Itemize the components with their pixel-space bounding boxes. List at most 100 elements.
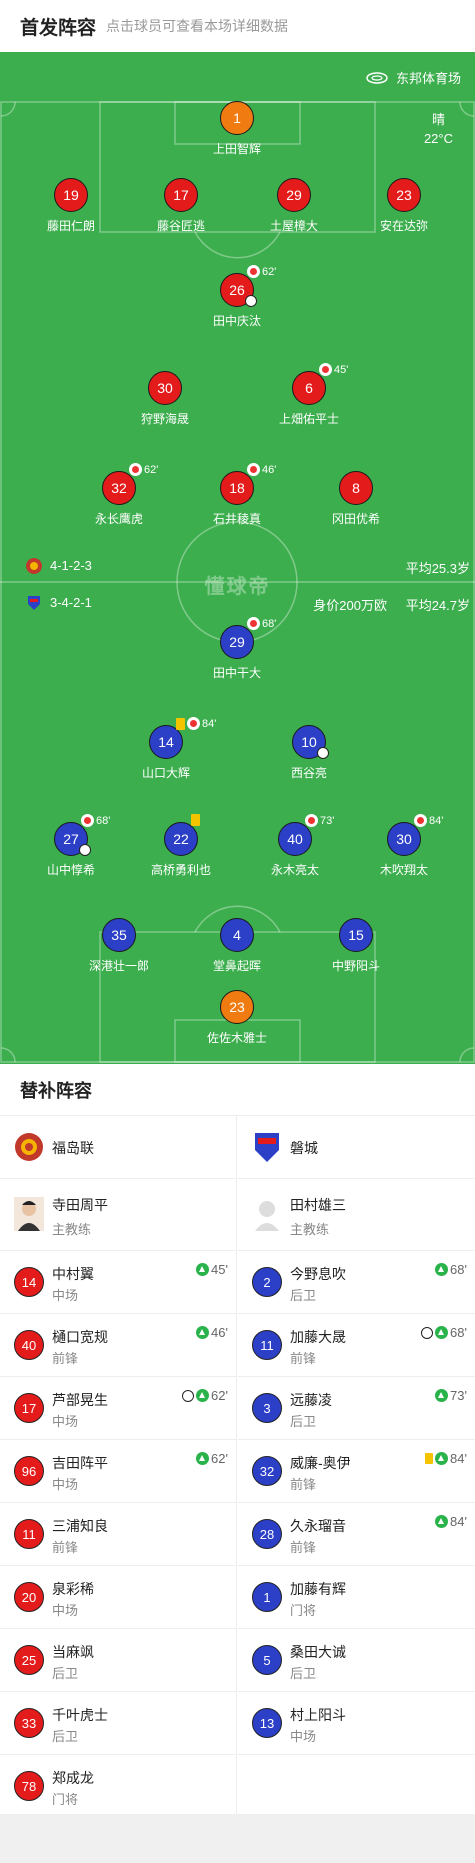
sub-player-row[interactable]: 32 威廉-奥伊 前锋 84' [238, 1440, 475, 1503]
goal-icon [421, 1326, 434, 1339]
player-events: 68' [247, 617, 276, 630]
player-number: 4 [220, 918, 254, 952]
sub-number: 3 [252, 1393, 282, 1423]
player-name: 中野阳斗 [331, 959, 380, 973]
sub-position: 后卫 [290, 1666, 317, 1681]
player-name: 狩野海晟 [140, 412, 189, 426]
home-coach-row[interactable]: 寺田周平 主教练 [0, 1179, 236, 1251]
player-number: 6 [292, 371, 326, 405]
sub-in-time: 68' [450, 1262, 467, 1277]
sub-name: 久永瑠音 [290, 1518, 346, 1534]
sub-player-row[interactable]: 17 芦部晃生 中场 62' [0, 1377, 236, 1440]
player-number: 18 [220, 471, 254, 505]
sub-out-icon [414, 814, 427, 827]
sub-number: 25 [14, 1645, 44, 1675]
player-name: 土屋樟大 [269, 219, 318, 233]
stadium-icon [366, 71, 388, 84]
away-value: 身价200万欧 [313, 598, 387, 613]
sub-player-row[interactable]: 11 三浦知良 前锋 [0, 1503, 236, 1566]
sub-player-row[interactable]: 25 当麻飒 后卫 [0, 1629, 236, 1692]
sub-name: 村上阳斗 [290, 1707, 346, 1723]
home-team-row[interactable]: 福岛联 [0, 1116, 236, 1179]
sub-events: 68' [435, 1262, 467, 1277]
player-number: 29 [220, 625, 254, 659]
player-number: 30 [148, 371, 182, 405]
sub-position: 中场 [52, 1603, 79, 1618]
player-number: 29 [277, 178, 311, 212]
sub-out-icon [247, 265, 260, 278]
sub-position: 门将 [52, 1792, 79, 1807]
player-number: 23 [387, 178, 421, 212]
sub-events: 68' [421, 1325, 467, 1340]
sub-player-row[interactable]: 28 久永瑠音 前锋 84' [238, 1503, 475, 1566]
sub-in-time: 73' [450, 1388, 467, 1403]
goal-icon [182, 1389, 195, 1402]
player-events: 73' [305, 814, 334, 827]
sub-in-time: 84' [450, 1451, 467, 1466]
player-events: 62' [247, 265, 276, 278]
sub-in-time: 68' [450, 1325, 467, 1340]
sub-player-row[interactable]: 33 千叶虎士 后卫 [0, 1692, 236, 1755]
away-coach-row[interactable]: 田村雄三 主教练 [238, 1179, 475, 1251]
sub-player-row[interactable]: 20 泉彩稀 中场 [0, 1566, 236, 1629]
weather-label: 晴 [431, 112, 445, 127]
player-number: 23 [220, 990, 254, 1024]
home-coach-name: 寺田周平 [52, 1197, 108, 1213]
sub-time: 62' [144, 463, 159, 476]
sub-name: 威廉-奥伊 [290, 1455, 351, 1471]
sub-player-row[interactable]: 14 中村翼 中场 45' [0, 1251, 236, 1314]
away-avg-age: 平均24.7岁 [405, 598, 470, 613]
sub-number: 13 [252, 1708, 282, 1738]
sub-number: 78 [14, 1771, 44, 1801]
sub-player-row[interactable]: 5 桑田大诚 后卫 [238, 1629, 475, 1692]
sub-events: 84' [425, 1451, 467, 1466]
away-team-row[interactable]: 磐城 [238, 1116, 475, 1179]
header: 首发阵容 点击球员可查看本场详细数据 [0, 0, 475, 52]
player-name: 上田智辉 [212, 142, 261, 156]
player-name: 木吹翔太 [379, 863, 428, 877]
sub-name: 当麻飒 [52, 1644, 94, 1660]
sub-in-time: 84' [450, 1514, 467, 1529]
sub-name: 樋口宽规 [52, 1329, 108, 1345]
sub-number: 1 [252, 1582, 282, 1612]
player-name: 深港壮一郎 [88, 959, 149, 973]
sub-player-row[interactable]: 40 樋口宽规 前锋 46' [0, 1314, 236, 1377]
sub-out-icon [187, 717, 200, 730]
player-name: 冈田优希 [331, 512, 380, 526]
page-subtitle: 点击球员可查看本场详细数据 [106, 18, 289, 34]
sub-time: 73' [320, 814, 335, 827]
sub-events: 62' [196, 1451, 228, 1466]
sub-name: 远藤凌 [290, 1392, 332, 1408]
sub-position: 前锋 [290, 1477, 317, 1492]
sub-player-row[interactable]: 13 村上阳斗中场 [238, 1692, 475, 1755]
sub-events: 73' [435, 1388, 467, 1403]
sub-position: 中场 [290, 1729, 317, 1744]
sub-position: 前锋 [290, 1351, 317, 1366]
sub-in-icon [196, 1326, 210, 1339]
home-subs-column: 福岛联 寺田周平 主教练 14 中村翼 中场 45' 40 樋口宽规 前锋 46' 17 芦部晃生… [0, 1116, 237, 1818]
sub-name: 泉彩稀 [52, 1581, 94, 1597]
sub-player-row[interactable]: 11 加藤大晟 前锋 68' [238, 1314, 475, 1377]
player-name: 堂鼻起晖 [212, 959, 261, 973]
player-events: 45' [319, 363, 348, 376]
sub-player-row[interactable]: 78 郑成龙 门将 [0, 1755, 236, 1818]
sub-player-row[interactable]: 96 吉田阵平 中场 62' [0, 1440, 236, 1503]
home-coach-role: 主教练 [52, 1222, 92, 1237]
player-name: 上畑佑平士 [278, 412, 339, 426]
sub-position: 前锋 [290, 1540, 317, 1555]
sub-player-row[interactable]: 3 远藤凌 后卫 73' [238, 1377, 475, 1440]
footer-space [0, 1814, 475, 1863]
yellow-card-icon [176, 717, 185, 730]
home-team-logo-icon [15, 1133, 43, 1161]
goal-icon [245, 295, 257, 307]
home-avg-age: 平均25.3岁 [405, 561, 470, 576]
player-name: 永长鹰虎 [94, 512, 143, 526]
sub-in-icon [196, 1263, 210, 1276]
player-name: 山口大辉 [141, 766, 190, 780]
sub-time: 68' [96, 814, 111, 827]
sub-player-row[interactable]: 1 加藤有辉 门将 [238, 1566, 475, 1629]
sub-time: 45' [334, 363, 349, 376]
sub-time: 62' [262, 265, 277, 278]
player-events [191, 814, 202, 826]
sub-player-row[interactable]: 2 今野息吹 后卫 68' [238, 1251, 475, 1314]
